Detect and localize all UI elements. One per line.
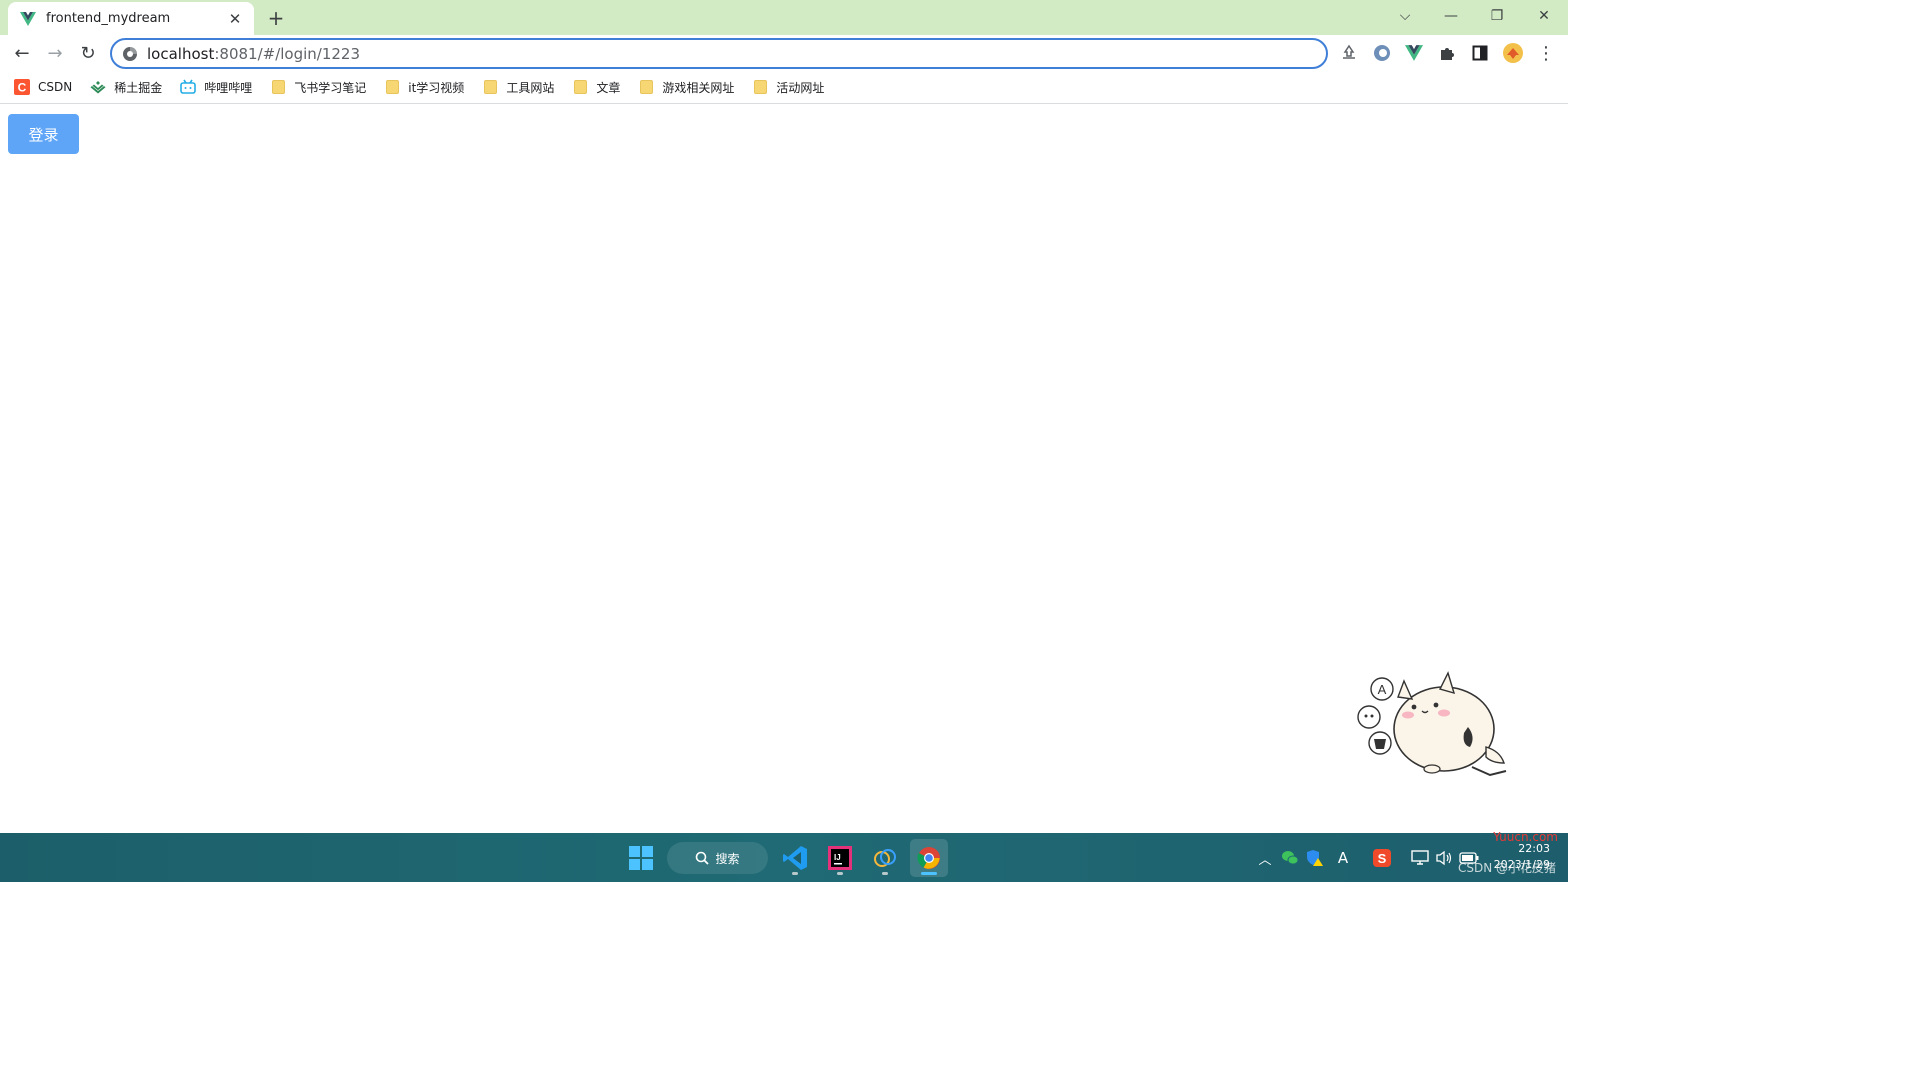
site-watermark: Yuucn.com — [1493, 830, 1558, 844]
bookmark-label: it学习视频 — [408, 80, 465, 95]
puzzle-icon[interactable] — [1435, 41, 1459, 65]
volume-icon[interactable] — [1433, 847, 1455, 869]
address-bar[interactable]: localhost:8081/#/login/1223 — [110, 38, 1328, 69]
restore-button[interactable]: ❐ — [1474, 0, 1520, 32]
bookmark-folder[interactable]: 游戏相关网址 — [638, 79, 734, 96]
taskbar-search[interactable]: 搜索 — [667, 842, 768, 874]
tray-overflow-chevron-icon[interactable]: ︿ — [1254, 847, 1276, 869]
bookmark-folder[interactable]: 文章 — [572, 79, 620, 96]
svg-text:C: C — [18, 81, 27, 95]
search-label: 搜索 — [715, 851, 740, 866]
folder-icon — [384, 79, 400, 95]
bookmark-bilibili[interactable]: 哔哩哔哩 — [180, 79, 252, 96]
browser-toolbar: ← → ↻ localhost:8081/#/login/1223 ⋮ — [0, 35, 1568, 71]
wechat-icon[interactable] — [1279, 847, 1301, 869]
side-panel-icon[interactable] — [1468, 41, 1492, 65]
page-content: 登录 A — [0, 105, 1568, 833]
vue-devtools-icon[interactable] — [1402, 41, 1426, 65]
bilibili-icon — [180, 79, 197, 95]
back-button[interactable]: ← — [8, 39, 36, 67]
security-warning-icon[interactable] — [1304, 847, 1326, 869]
windows-start-icon[interactable] — [622, 839, 660, 877]
running-indicator — [792, 872, 798, 875]
csdn-icon: C — [14, 79, 30, 95]
window-close-button[interactable]: ✕ — [1521, 0, 1567, 32]
bookmark-label: 文章 — [596, 80, 621, 95]
kebab-menu-icon[interactable]: ⋮ — [1534, 41, 1558, 65]
bookmark-csdn[interactable]: C CSDN — [14, 79, 72, 95]
browser-tab[interactable]: frontend_mydream ✕ — [8, 2, 254, 35]
folder-icon — [482, 79, 498, 95]
search-icon — [695, 851, 710, 865]
bookmark-label: 飞书学习笔记 — [294, 80, 367, 95]
bookmark-folder[interactable]: 飞书学习笔记 — [270, 79, 366, 96]
bookmark-label: 工具网站 — [506, 80, 555, 95]
app-icon[interactable] — [866, 839, 904, 877]
tab-strip: frontend_mydream ✕ + ⌵ — ❐ ✕ — [0, 0, 1568, 35]
circle-extension-icon[interactable] — [1370, 41, 1394, 65]
sogou-icon[interactable]: S — [1371, 847, 1393, 869]
url-host: localhost — [147, 44, 215, 63]
tab-search-icon[interactable]: ⌵ — [1382, 0, 1428, 32]
recycle-icon[interactable] — [1337, 41, 1361, 65]
running-indicator — [837, 872, 843, 875]
svg-text:A: A — [1378, 682, 1387, 697]
tab-close-icon[interactable]: ✕ — [226, 10, 244, 28]
site-info-icon[interactable] — [122, 46, 138, 62]
hamster-mascot-image: A — [1352, 667, 1512, 785]
svg-text:IJ: IJ — [834, 853, 841, 862]
network-icon[interactable] — [1409, 847, 1431, 869]
bookmark-label: 游戏相关网址 — [662, 80, 735, 95]
login-button[interactable]: 登录 — [8, 114, 79, 154]
windows-taskbar: 搜索 IJ ︿ A S 22:03 2023/1/29 Yuucn.com CS… — [0, 830, 1568, 882]
minimize-button[interactable]: — — [1428, 0, 1474, 32]
bookmark-folder[interactable]: it学习视频 — [384, 79, 464, 96]
bookmark-label: CSDN — [38, 80, 73, 94]
vue-icon — [20, 11, 36, 27]
bookmarks-bar: C CSDN 稀土掘金 哔哩哔哩 飞书学习笔记 it学习视频 工具网站 文章 游… — [0, 71, 1568, 104]
tab-title: frontend_mydream — [46, 11, 171, 26]
juejin-icon — [90, 79, 106, 95]
reload-button[interactable]: ↻ — [74, 39, 102, 67]
csdn-watermark: CSDN @小花皮猪 — [1457, 861, 1556, 875]
bookmark-juejin[interactable]: 稀土掘金 — [90, 79, 162, 96]
bookmark-folder[interactable]: 活动网址 — [752, 79, 824, 96]
ime-icon[interactable]: A — [1332, 847, 1354, 869]
svg-text:S: S — [1378, 851, 1387, 866]
chrome-icon[interactable] — [910, 839, 948, 877]
folder-icon — [638, 79, 654, 95]
intellij-icon[interactable]: IJ — [821, 839, 859, 877]
url-path: :8081/#/login/1223 — [214, 44, 361, 63]
bookmark-label: 活动网址 — [776, 80, 825, 95]
folder-icon — [752, 79, 768, 95]
forward-button[interactable]: → — [41, 39, 69, 67]
vscode-icon[interactable] — [776, 839, 814, 877]
folder-icon — [572, 79, 588, 95]
bookmark-label: 哔哩哔哩 — [204, 80, 253, 95]
profile-avatar-icon[interactable] — [1501, 41, 1525, 65]
running-indicator — [921, 872, 937, 875]
new-tab-button[interactable]: + — [264, 6, 288, 30]
folder-icon — [270, 79, 286, 95]
bookmark-label: 稀土掘金 — [114, 80, 163, 95]
bookmark-folder[interactable]: 工具网站 — [482, 79, 554, 96]
running-indicator — [882, 872, 888, 875]
